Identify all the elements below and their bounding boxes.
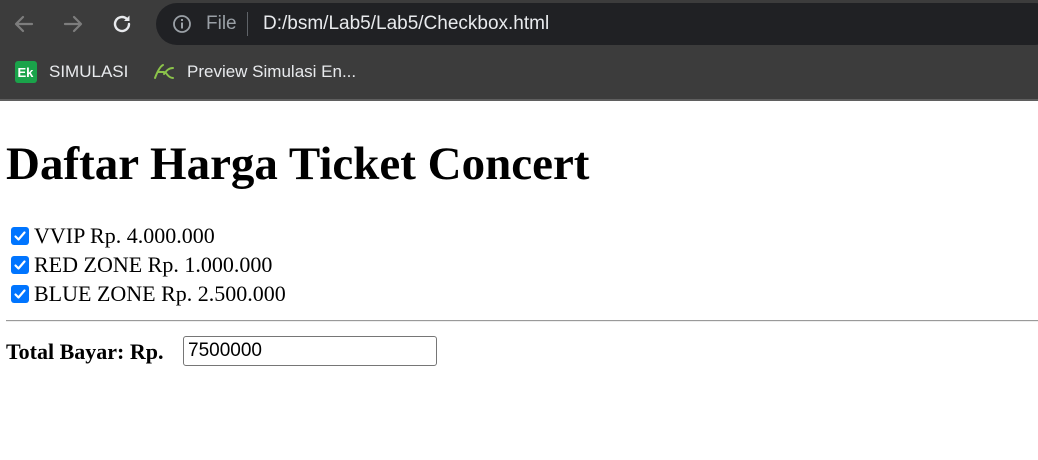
bookmark-label: Preview Simulasi En...: [187, 62, 357, 81]
back-button[interactable]: [10, 10, 38, 38]
ek-leaf-icon: [154, 64, 174, 79]
checkmark-icon: [14, 231, 26, 241]
reload-icon: [113, 15, 131, 33]
arrow-left-icon: [14, 15, 34, 33]
option-vvip[interactable]: VVIP Rp. 4.000.000: [11, 223, 215, 248]
option-label: VVIP Rp. 4.000.000: [34, 223, 215, 248]
arrow-right-icon: [63, 15, 83, 33]
checkbox-red-zone[interactable]: [11, 256, 29, 274]
reload-button[interactable]: [108, 10, 136, 38]
address-bar[interactable]: File D:/bsm/Lab5/Lab5/Checkbox.html: [156, 3, 1038, 45]
checkbox-blue-zone[interactable]: [11, 285, 29, 303]
ek-logo-icon: Ek: [15, 61, 37, 83]
bookmarks-bar: Ek SIMULASI Preview Simulasi En...: [0, 48, 1038, 99]
bookmark-simulasi[interactable]: Ek SIMULASI: [14, 60, 128, 84]
checkmark-icon: [14, 260, 26, 270]
address-divider: [247, 12, 248, 36]
forward-button[interactable]: [59, 10, 87, 38]
browser-toolbar: File D:/bsm/Lab5/Lab5/Checkbox.html: [0, 0, 1038, 48]
option-label: RED ZONE Rp. 1.000.000: [34, 252, 273, 277]
svg-text:Ek: Ek: [18, 65, 35, 80]
option-blue-zone[interactable]: BLUE ZONE Rp. 2.500.000: [11, 281, 286, 306]
chrome-border: [0, 99, 1038, 101]
url-text[interactable]: D:/bsm/Lab5/Lab5/Checkbox.html: [263, 13, 549, 35]
option-label: BLUE ZONE Rp. 2.500.000: [34, 281, 286, 306]
page-title: Daftar Harga Ticket Concert: [6, 138, 590, 190]
file-scheme-label: File: [206, 13, 237, 34]
total-label: Total Bayar: Rp.: [6, 339, 164, 364]
info-icon[interactable]: [172, 14, 192, 34]
bookmark-preview-simulasi[interactable]: Preview Simulasi En...: [152, 60, 356, 84]
option-red-zone[interactable]: RED ZONE Rp. 1.000.000: [11, 252, 273, 277]
total-input[interactable]: [183, 336, 437, 366]
checkmark-icon: [14, 289, 26, 299]
bookmark-label: SIMULASI: [49, 62, 129, 81]
checkbox-vvip[interactable]: [11, 227, 29, 245]
divider: [6, 320, 1038, 322]
